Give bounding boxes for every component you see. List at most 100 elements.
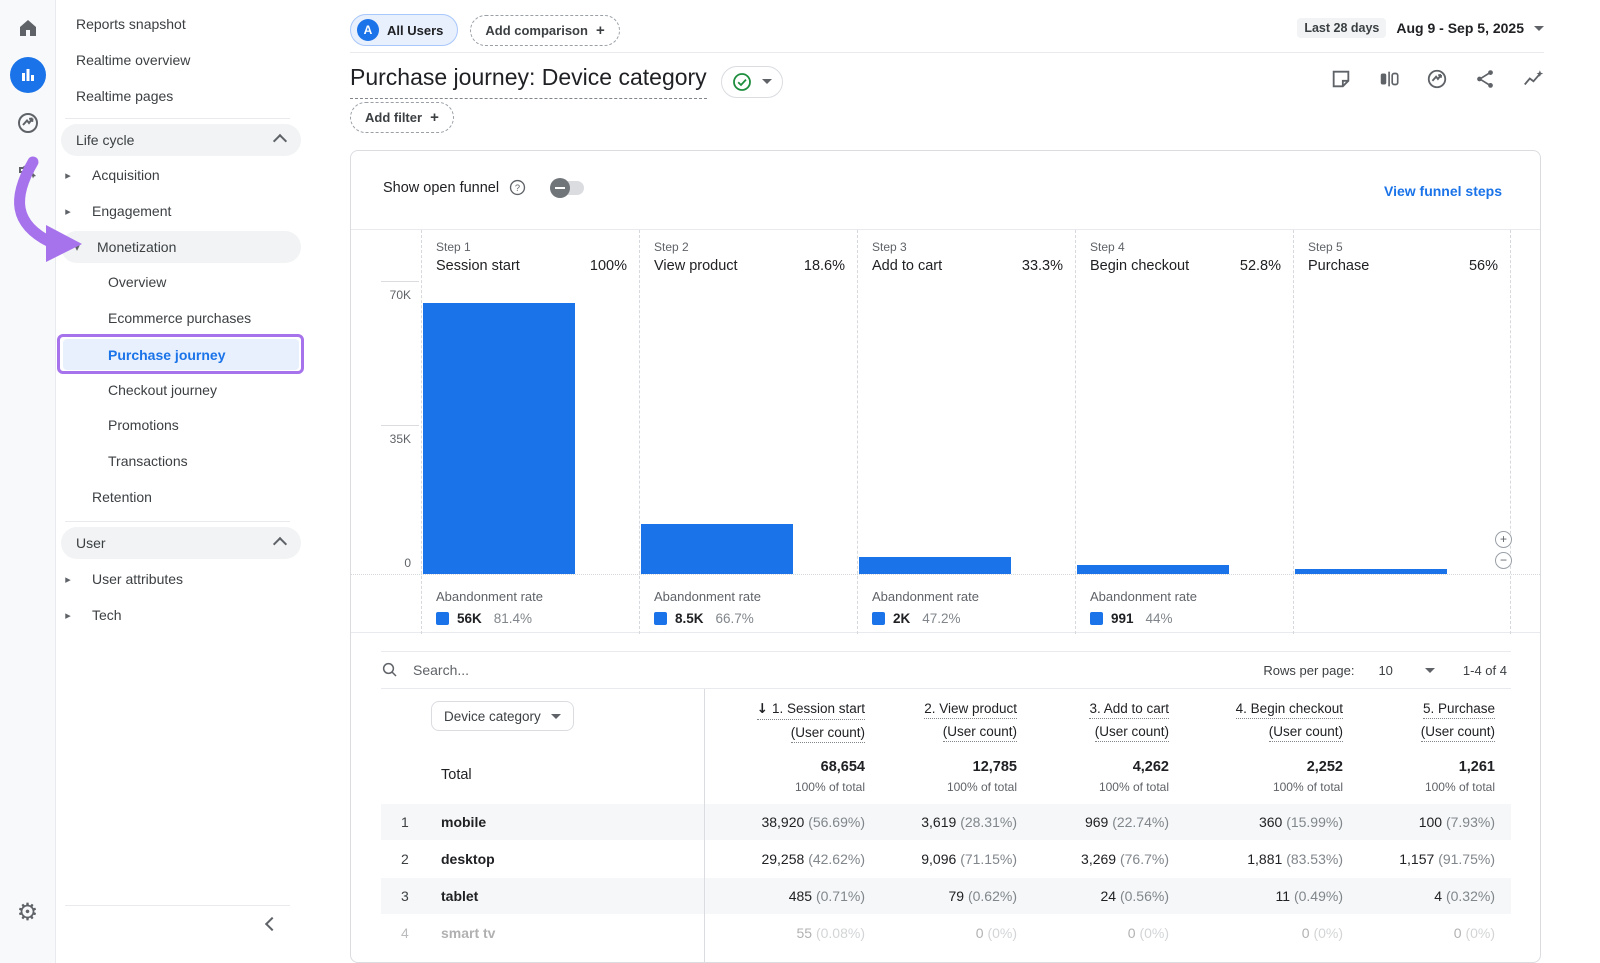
column-header-begin-checkout[interactable]: 4. Begin checkout (User count) xyxy=(1185,689,1359,749)
chevron-up-icon xyxy=(275,132,285,149)
sidebar-item-realtime-overview[interactable]: Realtime overview xyxy=(57,45,310,75)
svg-text:?: ? xyxy=(515,183,520,193)
expand-down-icon: ▾ xyxy=(66,241,88,254)
table-row: 2 desktop 29,258 (42.62%) 9,096 (71.15%)… xyxy=(381,840,1511,877)
reports-icon[interactable] xyxy=(10,57,46,93)
sidebar-item-user-attributes[interactable]: ▸User attributes xyxy=(57,564,310,594)
step-name: View product xyxy=(654,258,738,274)
zoom-out-button[interactable]: − xyxy=(1495,552,1512,569)
all-users-chip[interactable]: A All Users xyxy=(350,14,458,46)
notes-icon[interactable] xyxy=(1330,68,1352,90)
divider xyxy=(65,521,290,522)
chevron-down-icon xyxy=(762,79,772,84)
sidebar-item-acquisition[interactable]: ▸Acquisition xyxy=(57,160,310,190)
pagination-range: 1-4 of 4 xyxy=(1463,663,1507,678)
funnel-step-column: Step 5 Purchase56% xyxy=(1293,230,1511,634)
view-funnel-steps-link[interactable]: View funnel steps xyxy=(1384,183,1502,199)
sidebar-item-tech[interactable]: ▸Tech xyxy=(57,600,310,630)
plus-icon: + xyxy=(430,109,439,126)
chevron-up-icon xyxy=(275,535,285,552)
chevron-down-icon xyxy=(551,714,561,719)
home-icon[interactable] xyxy=(16,16,40,40)
step-percent: 100% xyxy=(590,258,627,274)
step-name: Add to cart xyxy=(872,258,942,274)
comparison-icon[interactable] xyxy=(1378,68,1400,90)
step-name: Begin checkout xyxy=(1090,258,1189,274)
sidebar-item-transactions[interactable]: Transactions xyxy=(57,446,310,476)
sidebar-item-purchase-journey[interactable]: Purchase journey xyxy=(63,339,299,370)
dimension-select-button[interactable]: Device category xyxy=(431,701,574,731)
sidebar-item-engagement[interactable]: ▸Engagement xyxy=(57,196,310,226)
sidebar-item-reports-snapshot[interactable]: Reports snapshot xyxy=(57,9,310,39)
search-input[interactable] xyxy=(413,662,713,678)
step-percent: 18.6% xyxy=(804,258,845,274)
report-status-menu[interactable] xyxy=(721,66,783,98)
check-circle-icon xyxy=(732,72,752,92)
show-open-funnel-toggle[interactable] xyxy=(550,181,584,195)
advertising-icon[interactable] xyxy=(16,158,40,182)
date-range-preset: Last 28 days xyxy=(1297,18,1386,38)
search-icon xyxy=(381,661,399,679)
step-name: Session start xyxy=(436,258,520,274)
date-range-picker[interactable]: Last 28 days Aug 9 - Sep 5, 2025 xyxy=(1297,18,1544,38)
divider xyxy=(65,905,290,906)
chevron-down-icon[interactable] xyxy=(1425,668,1435,673)
step-percent: 33.3% xyxy=(1022,258,1063,274)
step-percent: 56% xyxy=(1469,258,1498,274)
breakdown-table: Rows per page: 10 1-4 of 4 Device catego… xyxy=(381,651,1511,962)
explore-icon[interactable] xyxy=(16,111,40,135)
divider xyxy=(350,52,1544,53)
funnel-bar[interactable] xyxy=(859,557,1011,574)
step-percent: 52.8% xyxy=(1240,258,1281,274)
divider xyxy=(65,118,290,119)
chevron-down-icon xyxy=(1534,26,1544,31)
column-header-add-to-cart[interactable]: 3. Add to cart (User count) xyxy=(1033,689,1185,749)
funnel-bar[interactable] xyxy=(641,524,793,574)
legend-swatch xyxy=(436,612,449,625)
sidebar-item-overview[interactable]: Overview xyxy=(57,267,310,297)
plus-icon: + xyxy=(596,22,605,39)
funnel-report-card: Show open funnel ? View funnel steps 70K… xyxy=(350,150,1541,963)
sidebar-item-retention[interactable]: Retention xyxy=(57,482,310,512)
column-header-session-start[interactable]: ↓1. Session start (User count) xyxy=(704,689,881,749)
expand-right-icon: ▸ xyxy=(57,573,79,586)
collapse-sidebar-icon[interactable] xyxy=(267,916,277,932)
sidebar-item-promotions[interactable]: Promotions xyxy=(57,410,310,440)
legend-swatch xyxy=(1090,612,1103,625)
page-title: Purchase journey: Device category xyxy=(350,64,707,99)
zoom-in-button[interactable]: + xyxy=(1495,531,1512,548)
insights-icon[interactable] xyxy=(1426,68,1448,90)
funnel-bar[interactable] xyxy=(1295,569,1447,574)
rows-per-page-select[interactable]: 10 xyxy=(1378,663,1392,678)
help-icon[interactable]: ? xyxy=(509,179,526,196)
add-comparison-button[interactable]: Add comparison + xyxy=(470,15,619,46)
column-header-purchase[interactable]: 5. Purchase (User count) xyxy=(1359,689,1511,749)
sidebar-item-realtime-pages[interactable]: Realtime pages xyxy=(57,81,310,111)
funnel-step-column: Step 3 Add to cart33.3% Abandonment rate… xyxy=(857,230,1075,634)
funnel-step-column: Step 4 Begin checkout52.8% Abandonment r… xyxy=(1075,230,1293,634)
step-name: Purchase xyxy=(1308,258,1369,274)
total-label: Total xyxy=(381,749,704,803)
funnel-bar[interactable] xyxy=(1077,565,1229,574)
section-header-life-cycle[interactable]: Life cycle xyxy=(61,124,301,156)
expand-right-icon: ▸ xyxy=(57,609,79,622)
sidebar-item-ecommerce-purchases[interactable]: Ecommerce purchases xyxy=(57,303,310,333)
sidebar-item-checkout-journey[interactable]: Checkout journey xyxy=(57,375,310,405)
share-icon[interactable] xyxy=(1474,68,1496,90)
ga4-app-window: ⚙ Reports snapshot Realtime overview Rea… xyxy=(0,0,1600,963)
table-row: 1 mobile 38,920 (56.69%) 3,619 (28.31%) … xyxy=(381,803,1511,840)
funnel-step-column: Step 2 View product18.6% Abandonment rat… xyxy=(639,230,857,634)
funnel-bar[interactable] xyxy=(423,303,575,574)
sort-descending-icon: ↓ xyxy=(757,701,768,717)
section-header-user[interactable]: User xyxy=(61,527,301,559)
expand-right-icon: ▸ xyxy=(57,205,79,218)
sidebar: Reports snapshot Realtime overview Realt… xyxy=(57,0,310,963)
admin-gear-icon[interactable]: ⚙ xyxy=(17,898,39,926)
add-filter-button[interactable]: Add filter + xyxy=(350,102,454,133)
rows-per-page-label: Rows per page: xyxy=(1263,663,1354,678)
column-header-view-product[interactable]: 2. View product (User count) xyxy=(881,689,1033,749)
sidebar-item-monetization[interactable]: ▾ Monetization xyxy=(61,231,301,263)
legend-swatch xyxy=(872,612,885,625)
expand-right-icon: ▸ xyxy=(57,169,79,182)
sparkline-insights-icon[interactable] xyxy=(1522,68,1544,90)
